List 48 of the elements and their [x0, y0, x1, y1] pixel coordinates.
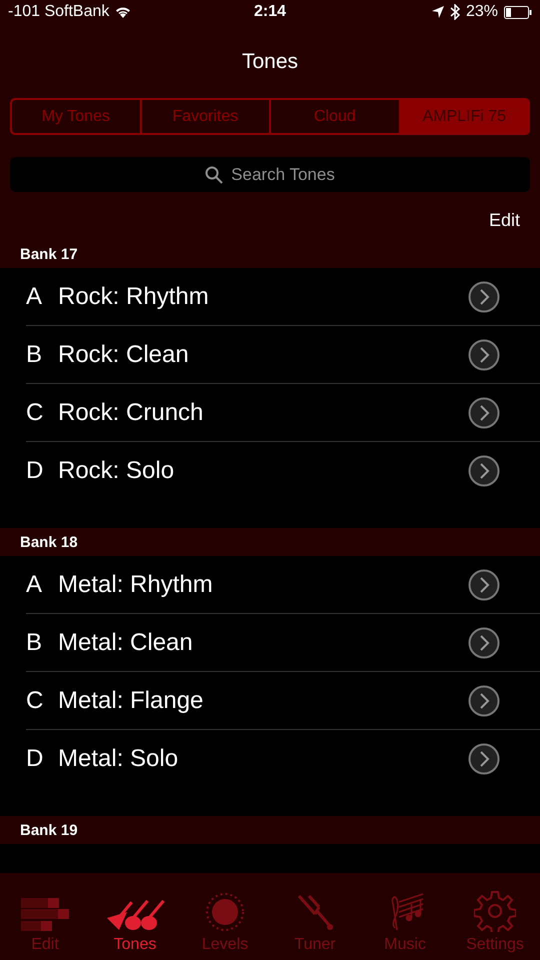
chevron-circle-icon[interactable] [468, 280, 500, 312]
tone-row[interactable]: C Metal: Flange [26, 672, 540, 730]
tone-row[interactable]: B Rock: Clean [26, 326, 540, 384]
chevron-circle-icon[interactable] [468, 338, 500, 370]
tone-name: Metal: Clean [58, 628, 194, 656]
battery-icon [504, 6, 532, 18]
tuning-fork-icon [295, 894, 335, 932]
slot-letter: D [26, 744, 44, 772]
tone-name: Rock: Rhythm [58, 282, 210, 310]
chevron-circle-icon[interactable] [468, 396, 500, 428]
slot-letter: C [26, 686, 44, 714]
screen-title: Tones [240, 50, 300, 74]
search-field[interactable]: Search Tones [10, 157, 530, 192]
tone-row[interactable]: A Metal: Rhythm [26, 556, 540, 614]
slot-letter: C [26, 398, 44, 426]
tone-name: Rock: Clean [58, 340, 190, 368]
chevron-circle-icon[interactable] [468, 684, 500, 716]
tone-name: Metal: Flange [58, 686, 204, 714]
tone-name: Rock: Crunch [58, 398, 204, 426]
tone-row[interactable]: C Rock: Crunch [26, 384, 540, 442]
chevron-circle-icon[interactable] [468, 742, 500, 774]
battery-percent: 23% [466, 3, 498, 21]
carrier-text: -101 SoftBank [8, 3, 110, 21]
settings-icon [474, 890, 516, 932]
slot-letter: A [26, 282, 44, 310]
tone-name: Rock: Solo [58, 456, 176, 484]
tone-name: Metal: Solo [58, 744, 180, 772]
slot-letter: A [26, 570, 44, 598]
slot-letter: B [26, 340, 44, 368]
tab-bar-item[interactable]: Tones [90, 880, 180, 960]
tone-name: Metal: Rhythm [58, 570, 214, 598]
tone-row[interactable]: A Rock: Rhythm [26, 268, 540, 326]
tone-row[interactable]: D Metal: Solo [26, 730, 540, 787]
slot-letter: B [26, 628, 44, 656]
slot-letter: D [26, 456, 44, 484]
clock-time: 2:14 [254, 3, 286, 21]
chevron-circle-icon[interactable] [468, 626, 500, 658]
chevron-circle-icon[interactable] [468, 454, 500, 486]
location-arrow-icon [432, 6, 444, 18]
edit-button[interactable]: Edit [488, 210, 520, 231]
tone-row[interactable]: B Metal: Clean [26, 614, 540, 672]
bars-icon [21, 896, 69, 932]
bluetooth-icon [450, 4, 460, 20]
wifi-icon [115, 6, 132, 18]
record-icon [205, 892, 245, 932]
search-icon [205, 166, 224, 184]
chevron-circle-icon[interactable] [468, 568, 500, 600]
tone-row[interactable]: D Rock: Solo [26, 442, 540, 499]
